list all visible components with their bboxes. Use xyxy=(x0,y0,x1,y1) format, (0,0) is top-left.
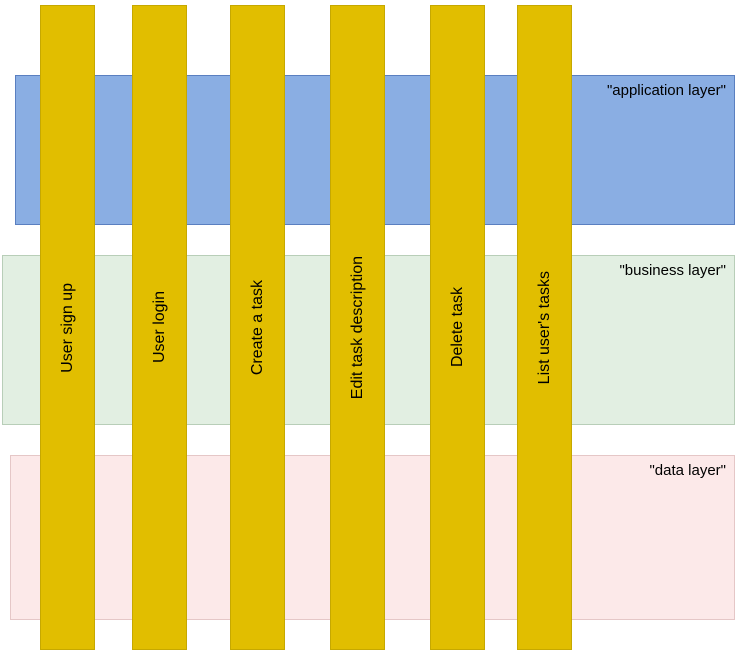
slice-delete-task: Delete task xyxy=(430,5,485,650)
slice-create-a-task: Create a task xyxy=(230,5,285,650)
slice-user-sign-up-label: User sign up xyxy=(59,283,77,373)
slice-list-users-tasks: List user's tasks xyxy=(517,5,572,650)
layer-application-label: "application layer" xyxy=(607,82,726,99)
layer-data-label: "data layer" xyxy=(649,462,726,479)
slice-user-login-label: User login xyxy=(151,291,169,363)
slice-delete-task-label: Delete task xyxy=(449,287,467,367)
slice-create-a-task-label: Create a task xyxy=(249,280,267,375)
slice-list-users-tasks-label: List user's tasks xyxy=(536,271,554,384)
layer-business-label: "business layer" xyxy=(619,262,726,279)
slice-user-login: User login xyxy=(132,5,187,650)
slice-edit-task-desc-label: Edit task description xyxy=(349,256,367,399)
slice-edit-task-desc: Edit task description xyxy=(330,5,385,650)
slice-user-sign-up: User sign up xyxy=(40,5,95,650)
